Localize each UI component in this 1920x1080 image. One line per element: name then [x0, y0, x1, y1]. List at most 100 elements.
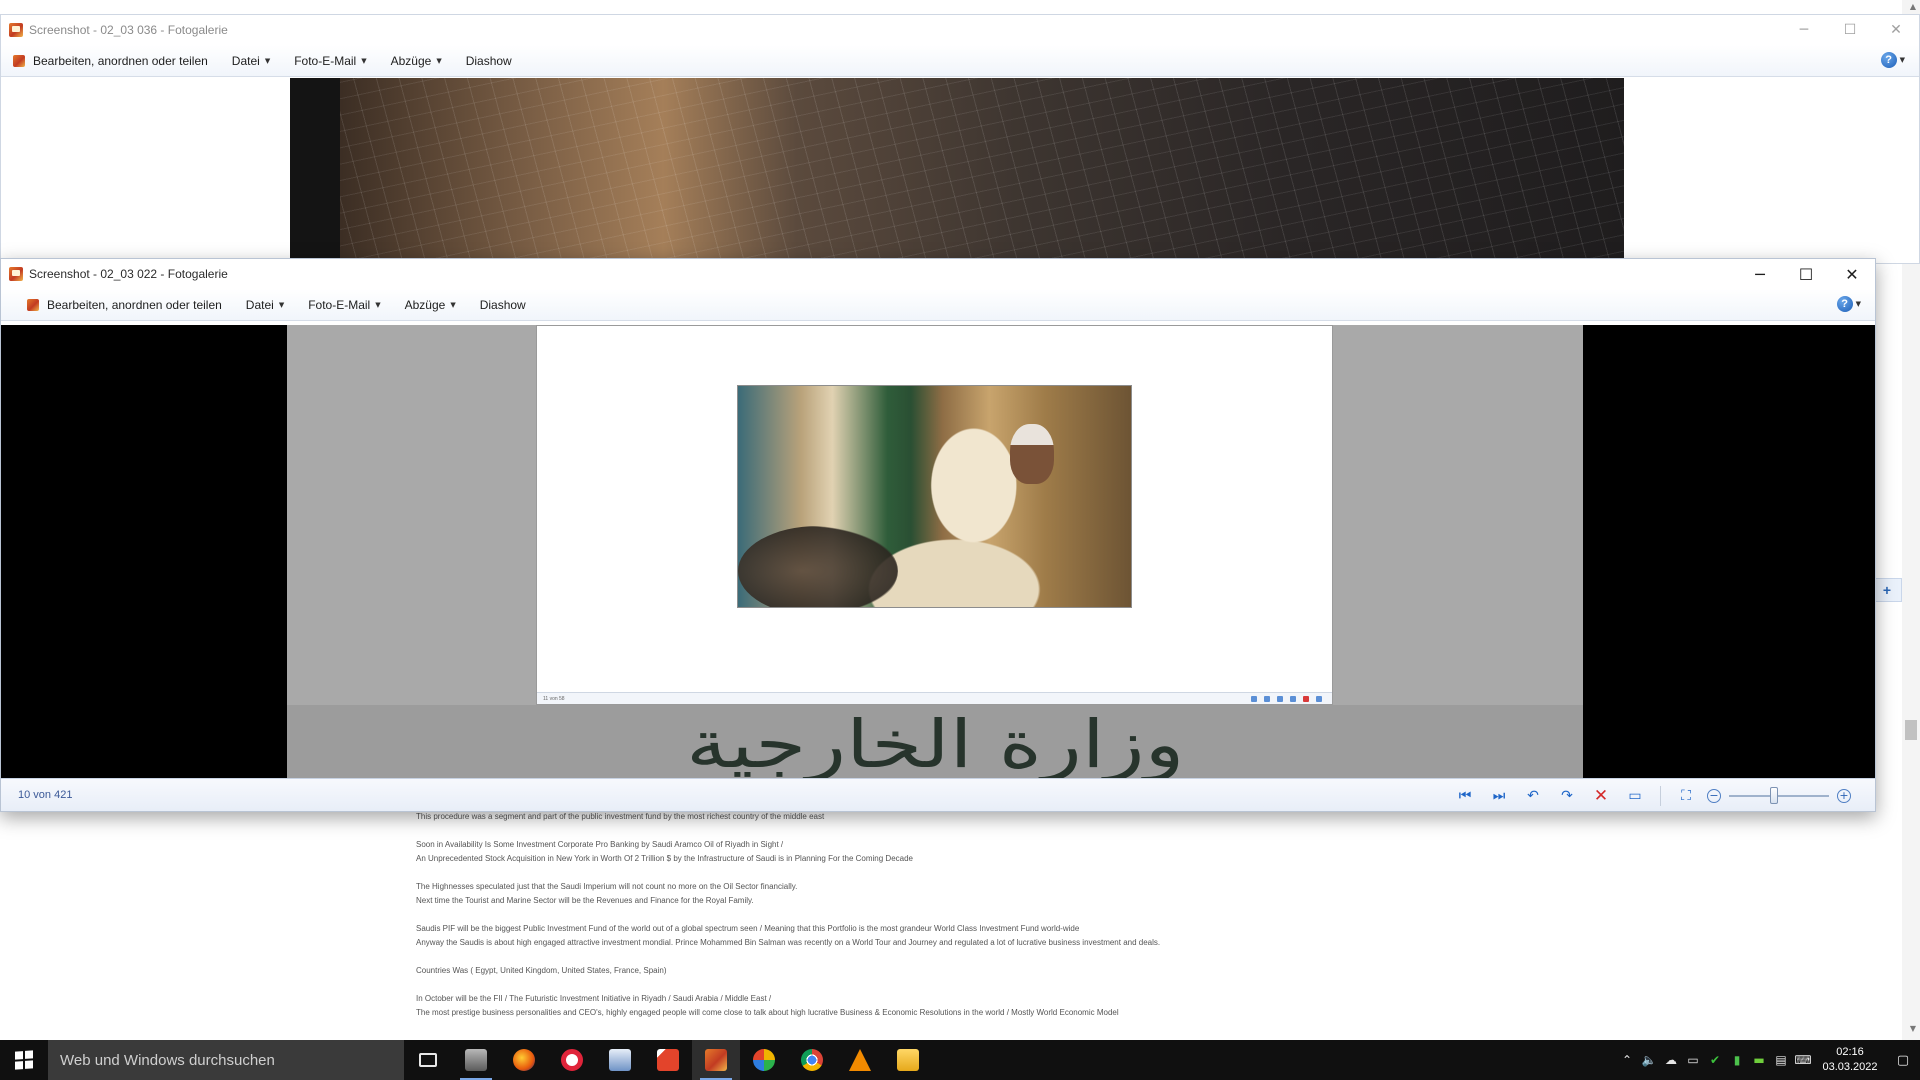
article-line: Next time the Tourist and Marine Sector … [416, 896, 754, 905]
prints-menu[interactable]: Abzüge ▼ [379, 45, 454, 77]
edit-icon [13, 54, 25, 67]
start-button[interactable] [0, 1040, 48, 1080]
tray-overflow-button[interactable]: ⌃ [1616, 1040, 1638, 1080]
portrait-photo [737, 385, 1132, 608]
taskbar-app-vlc[interactable] [836, 1040, 884, 1080]
close-icon: ✕ [1890, 22, 1902, 38]
taskbar-app-photo-gallery[interactable] [692, 1040, 740, 1080]
next-button[interactable]: ⏭ [1482, 779, 1516, 812]
zoom-handle[interactable] [1770, 787, 1778, 804]
taskbar-app-chrome[interactable] [788, 1040, 836, 1080]
help-icon: ? [1880, 52, 1897, 68]
help-button[interactable]: ? ▼ [1836, 296, 1861, 312]
network-button[interactable]: ▭ [1682, 1040, 1704, 1080]
chevron-down-icon: ▼ [1899, 56, 1905, 64]
menu-bar: Bearbeiten, anordnen oder teilen Datei ▼ … [1, 45, 1919, 77]
menu-label: Datei [231, 53, 260, 68]
maximize-icon: ☐ [1843, 22, 1857, 38]
zoom-out-button[interactable]: − [1703, 779, 1725, 812]
add-icon[interactable]: + [1872, 578, 1902, 602]
system-tray: ⌃ 🔈 ☁ ▭ ✔ ▮ ▬ ▤ ⌨ 02:16 03.03.2022 ▢ [1616, 1040, 1920, 1080]
photo-gallery-window-back[interactable]: Screenshot - 02_03 036 - Fotogalerie ─ ☐… [0, 14, 1920, 268]
viewer-controls: ⏮ ⏭ ↶ ↷ ✕ ▭ ⛶ − + [1448, 779, 1855, 812]
scroll-down-icon[interactable]: ▼ [1910, 1024, 1916, 1033]
rotate-right-icon: ↷ [1561, 787, 1573, 804]
clock[interactable]: 02:16 03.03.2022 [1814, 1045, 1886, 1075]
taskbar-app-folder[interactable] [884, 1040, 932, 1080]
maximize-button[interactable]: ☐ [1827, 15, 1873, 45]
photo-email-menu[interactable]: Foto-E-Mail ▼ [296, 289, 392, 321]
file-menu[interactable]: Datei ▼ [234, 289, 296, 321]
window-title: Screenshot - 02_03 022 - Fotogalerie [29, 267, 228, 281]
photo-email-menu[interactable]: Foto-E-Mail ▼ [282, 45, 378, 77]
menu-label: Bearbeiten, anordnen oder teilen [33, 53, 208, 68]
photo-viewport[interactable] [1, 78, 1919, 268]
scroll-up-icon[interactable]: ▲ [1910, 2, 1916, 11]
minimize-button[interactable]: ─ [1781, 15, 1827, 45]
firefox-icon [513, 1049, 535, 1071]
rotate-left-button[interactable]: ↶ [1516, 779, 1550, 812]
close-button[interactable]: ✕ [1829, 259, 1875, 289]
bars-icon: ▮ [1733, 1053, 1741, 1067]
volume-button[interactable]: 🔈 [1638, 1040, 1660, 1080]
help-icon: ? [1836, 296, 1853, 312]
menu-label: Datei [245, 297, 274, 312]
rotate-right-button[interactable]: ↷ [1550, 779, 1584, 812]
task-view-button[interactable] [404, 1040, 452, 1080]
actual-size-button[interactable]: ⛶ [1669, 779, 1703, 812]
keyboard-button[interactable]: ⌨ [1792, 1040, 1814, 1080]
close-button[interactable]: ✕ [1873, 15, 1919, 45]
menu-label: Diashow [465, 53, 512, 68]
tray-app-button[interactable]: ☁ [1660, 1040, 1682, 1080]
rotate-left-icon: ↶ [1527, 787, 1539, 804]
chevron-down-icon: ▼ [375, 300, 381, 309]
edit-icon [27, 298, 39, 311]
slideshow-menu[interactable]: Diashow [468, 289, 538, 321]
inner-controls [1251, 696, 1322, 702]
zoom-track [1729, 795, 1829, 797]
photo-viewport[interactable]: 11 von 58 وزارة الخارجية [1, 325, 1875, 778]
taskbar-app-office[interactable] [644, 1040, 692, 1080]
tray-app-button[interactable]: ▬ [1748, 1040, 1770, 1080]
opera-icon [561, 1049, 583, 1071]
article-line: In October will be the FII / The Futuris… [416, 994, 772, 1003]
maximize-button[interactable]: ☐ [1783, 259, 1829, 289]
slideshow-menu[interactable]: Diashow [454, 45, 524, 77]
taskbar-app-photos[interactable] [596, 1040, 644, 1080]
delete-icon: ✕ [1593, 785, 1609, 806]
speaker-icon: 🔈 [1641, 1053, 1657, 1067]
minimize-button[interactable]: ─ [1737, 259, 1783, 289]
message-button[interactable]: ▤ [1770, 1040, 1792, 1080]
taskbar-search[interactable]: Web und Windows durchsuchen [48, 1040, 404, 1080]
tray-app-button[interactable]: ▮ [1726, 1040, 1748, 1080]
taskbar-app-opera[interactable] [548, 1040, 596, 1080]
slideshow-button[interactable]: ▭ [1618, 779, 1652, 812]
title-bar[interactable]: Screenshot - 02_03 022 - Fotogalerie ─ ☐… [1, 259, 1875, 289]
network-icon: ▭ [1687, 1053, 1699, 1067]
article-line: This procedure was a segment and part of… [416, 812, 825, 821]
photo-gallery-window-front[interactable]: Screenshot - 02_03 022 - Fotogalerie ─ ☐… [0, 258, 1876, 812]
delete-button[interactable]: ✕ [1584, 779, 1618, 812]
help-button[interactable]: ? ▼ [1880, 52, 1905, 68]
window-controls: ─ ☐ ✕ [1737, 259, 1875, 289]
taskbar-app-file-explorer[interactable] [452, 1040, 500, 1080]
cloud-icon: ☁ [1665, 1053, 1677, 1067]
title-bar[interactable]: Screenshot - 02_03 036 - Fotogalerie ─ ☐… [1, 15, 1919, 45]
scroll-thumb[interactable] [1905, 720, 1917, 740]
zoom-slider[interactable] [1729, 779, 1829, 812]
edit-organize-share-menu[interactable]: Bearbeiten, anordnen oder teilen [1, 45, 220, 77]
file-menu[interactable]: Datei ▼ [220, 45, 282, 77]
taskbar-app-firefox[interactable] [500, 1040, 548, 1080]
security-button[interactable]: ✔ [1704, 1040, 1726, 1080]
prints-menu[interactable]: Abzüge ▼ [393, 289, 468, 321]
previous-icon: ⏮ [1458, 787, 1472, 804]
chevron-down-icon: ▼ [450, 300, 456, 309]
article-body: This procedure was a segment and part of… [416, 810, 1516, 1034]
previous-button[interactable]: ⏮ [1448, 779, 1482, 812]
action-center-button[interactable]: ▢ [1886, 1040, 1920, 1080]
folder-icon [897, 1049, 919, 1071]
zoom-in-button[interactable]: + [1833, 779, 1855, 812]
taskbar-app-media[interactable] [740, 1040, 788, 1080]
shield-check-icon: ✔ [1709, 1053, 1721, 1067]
edit-organize-share-menu[interactable]: Bearbeiten, anordnen oder teilen [1, 289, 234, 321]
